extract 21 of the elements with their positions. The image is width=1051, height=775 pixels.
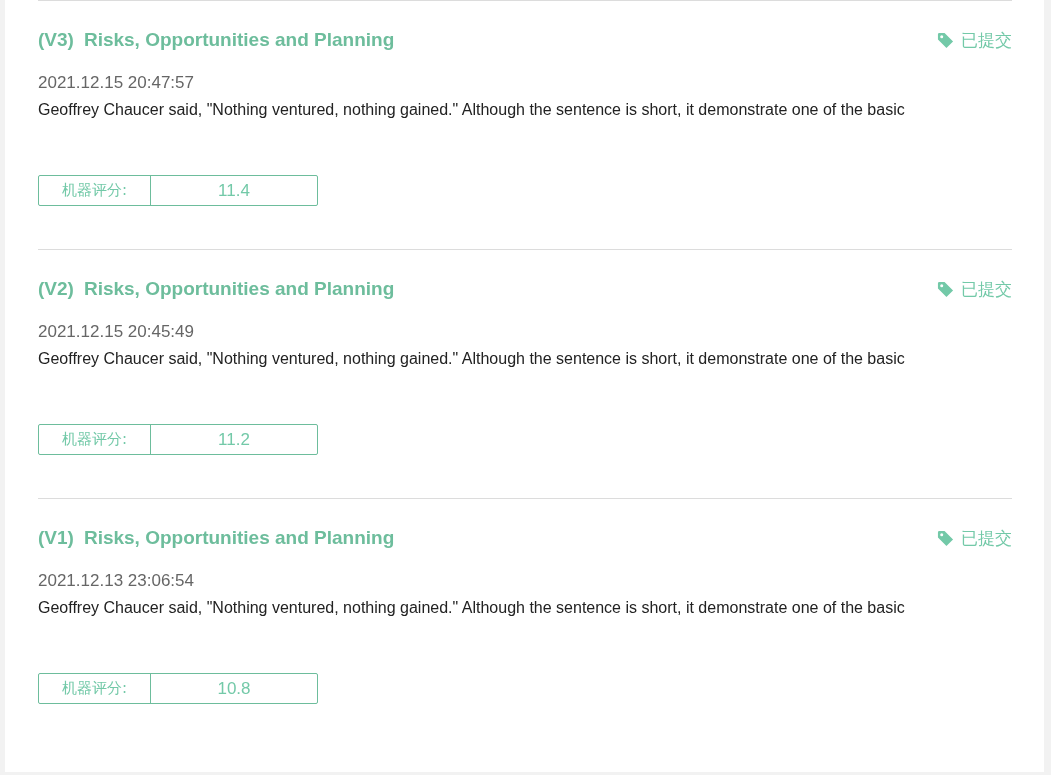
status-label: 已提交 xyxy=(961,28,1012,52)
timestamp: 2021.12.15 20:47:57 xyxy=(38,73,195,93)
score-value: 11.4 xyxy=(217,179,251,202)
essay-excerpt: Geoffrey Chaucer said, "Nothing ventured, nothing gained." Although the sentence is short, it demonstrate one of the basic xyxy=(38,350,906,368)
tag-icon xyxy=(937,280,954,298)
tag-icon xyxy=(937,529,954,547)
timestamp: 2021.12.15 20:45:49 xyxy=(38,322,195,342)
score-label: 机器评分: xyxy=(39,674,151,703)
score-value: 10.8 xyxy=(216,677,252,700)
timestamp: 2021.12.13 23:06:54 xyxy=(38,571,195,591)
essay-excerpt: Geoffrey Chaucer said, "Nothing ventured, nothing gained." Although the sentence is short, it demonstrate one of the basic xyxy=(38,599,906,617)
score-label: 机器评分: xyxy=(39,176,151,205)
score-value: 11.2 xyxy=(217,428,251,451)
essay-title[interactable]: (V1) Risks, Opportunities and Planning xyxy=(38,527,395,549)
score-label: 机器评分: xyxy=(39,425,151,454)
essay-title[interactable]: (V2) Risks, Opportunities and Planning xyxy=(38,278,395,300)
status-label: 已提交 xyxy=(961,526,1012,550)
essay-title[interactable]: (V3) Risks, Opportunities and Planning xyxy=(38,29,395,51)
status-label: 已提交 xyxy=(961,277,1012,301)
tag-icon xyxy=(937,31,954,49)
essay-excerpt: Geoffrey Chaucer said, "Nothing ventured, nothing gained." Although the sentence is short, it demonstrate one of the basic xyxy=(38,101,906,119)
